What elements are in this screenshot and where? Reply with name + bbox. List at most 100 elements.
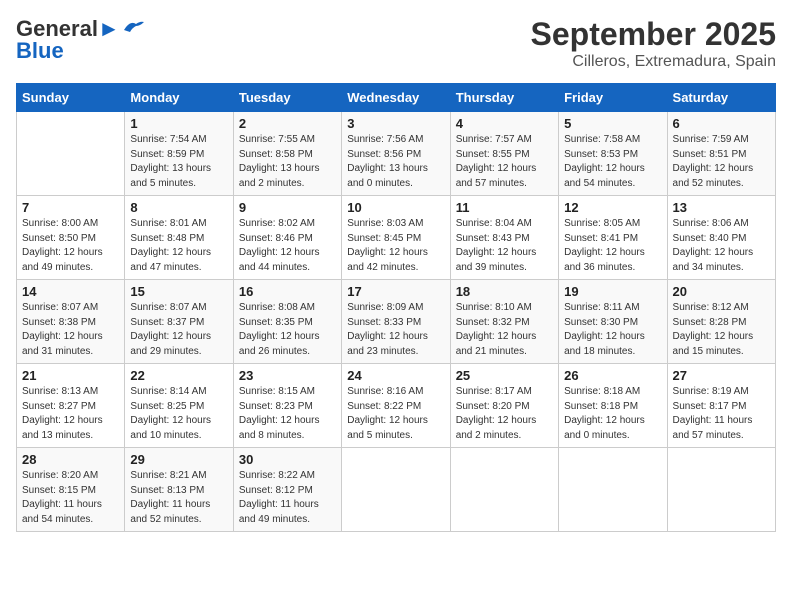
- calendar-cell: 30 Sunrise: 8:22 AMSunset: 8:12 PMDayligh…: [233, 448, 341, 532]
- calendar-week-2: 7 Sunrise: 8:00 AMSunset: 8:50 PMDaylight…: [17, 196, 776, 280]
- day-info: Sunrise: 8:19 AMSunset: 8:17 PMDaylight:…: [673, 385, 770, 443]
- calendar-week-5: 28Sunrise: 8:20 AMSunset: 8:15 PMDayligh…: [17, 448, 776, 532]
- calendar-cell: 4Sunrise: 7:57 AMSunset: 8:55 PMDaylight…: [450, 112, 558, 196]
- calendar-cell: [450, 448, 558, 532]
- day-info: Sunrise: 8:12 AMSunset: 8:28 PMDaylight:…: [673, 301, 770, 359]
- title-block: September 2025 Cilleros, Extremadura, Sp…: [531, 16, 776, 71]
- logo-bird-icon: [122, 20, 144, 34]
- day-info: Sunrise: 8:21 AMSunset: 8:13 PMDaylight:…: [130, 469, 227, 527]
- calendar-cell: 12 Sunrise: 8:05 AMSunset: 8:41 PMDayligh…: [559, 196, 667, 280]
- day-number: 9: [239, 200, 336, 215]
- day-number: 24: [347, 368, 444, 383]
- calendar-cell: 28Sunrise: 8:20 AMSunset: 8:15 PMDayligh…: [17, 448, 125, 532]
- logo: General► Blue: [16, 16, 144, 64]
- weekday-header-monday: Monday: [125, 84, 233, 112]
- calendar-week-3: 14 Sunrise: 8:07 AMSunset: 8:38 PMDayligh…: [17, 280, 776, 364]
- weekday-header-wednesday: Wednesday: [342, 84, 450, 112]
- calendar-cell: 15Sunrise: 8:07 AMSunset: 8:37 PMDayligh…: [125, 280, 233, 364]
- day-number: 14: [22, 284, 119, 299]
- day-info: Sunrise: 8:14 AMSunset: 8:25 PMDaylight:…: [130, 385, 227, 443]
- calendar-cell: 1 Sunrise: 7:54 AMSunset: 8:59 PMDaylight…: [125, 112, 233, 196]
- calendar-cell: 14 Sunrise: 8:07 AMSunset: 8:38 PMDayligh…: [17, 280, 125, 364]
- calendar-cell: 20 Sunrise: 8:12 AMSunset: 8:28 PMDayligh…: [667, 280, 775, 364]
- day-number: 21: [22, 368, 119, 383]
- day-info: Sunrise: 7:56 AMSunset: 8:56 PMDaylight:…: [347, 133, 444, 191]
- day-info: Sunrise: 7:55 AMSunset: 8:58 PMDaylight:…: [239, 133, 336, 191]
- calendar-cell: 3 Sunrise: 7:56 AMSunset: 8:56 PMDaylight…: [342, 112, 450, 196]
- page-title: September 2025: [531, 16, 776, 53]
- day-info: Sunrise: 8:10 AMSunset: 8:32 PMDaylight:…: [456, 301, 553, 359]
- day-info: Sunrise: 8:06 AMSunset: 8:40 PMDaylight:…: [673, 217, 770, 275]
- day-number: 2: [239, 116, 336, 131]
- day-number: 1: [130, 116, 227, 131]
- weekday-header-tuesday: Tuesday: [233, 84, 341, 112]
- day-info: Sunrise: 8:05 AMSunset: 8:41 PMDaylight:…: [564, 217, 661, 275]
- calendar-cell: 29 Sunrise: 8:21 AMSunset: 8:13 PMDayligh…: [125, 448, 233, 532]
- calendar-cell: 23 Sunrise: 8:15 AMSunset: 8:23 PMDayligh…: [233, 364, 341, 448]
- day-number: 26: [564, 368, 661, 383]
- day-info: Sunrise: 8:16 AMSunset: 8:22 PMDaylight:…: [347, 385, 444, 443]
- day-info: Sunrise: 7:58 AMSunset: 8:53 PMDaylight:…: [564, 133, 661, 191]
- day-number: 22: [130, 368, 227, 383]
- day-info: Sunrise: 8:22 AMSunset: 8:12 PMDaylight:…: [239, 469, 336, 527]
- day-info: Sunrise: 8:07 AMSunset: 8:38 PMDaylight:…: [22, 301, 119, 359]
- weekday-header-sunday: Sunday: [17, 84, 125, 112]
- day-number: 13: [673, 200, 770, 215]
- day-number: 7: [22, 200, 119, 215]
- calendar-cell: 10 Sunrise: 8:03 AMSunset: 8:45 PMDayligh…: [342, 196, 450, 280]
- day-number: 25: [456, 368, 553, 383]
- calendar-cell: 11Sunrise: 8:04 AMSunset: 8:43 PMDayligh…: [450, 196, 558, 280]
- day-info: Sunrise: 8:00 AMSunset: 8:50 PMDaylight:…: [22, 217, 119, 275]
- calendar-cell: 9 Sunrise: 8:02 AMSunset: 8:46 PMDaylight…: [233, 196, 341, 280]
- day-info: Sunrise: 8:18 AMSunset: 8:18 PMDaylight:…: [564, 385, 661, 443]
- calendar-cell: 13 Sunrise: 8:06 AMSunset: 8:40 PMDayligh…: [667, 196, 775, 280]
- calendar-cell: 21 Sunrise: 8:13 AMSunset: 8:27 PMDayligh…: [17, 364, 125, 448]
- calendar-cell: 8Sunrise: 8:01 AMSunset: 8:48 PMDaylight…: [125, 196, 233, 280]
- day-info: Sunrise: 8:08 AMSunset: 8:35 PMDaylight:…: [239, 301, 336, 359]
- weekday-header-friday: Friday: [559, 84, 667, 112]
- day-number: 4: [456, 116, 553, 131]
- calendar-cell: 26 Sunrise: 8:18 AMSunset: 8:18 PMDayligh…: [559, 364, 667, 448]
- day-info: Sunrise: 8:13 AMSunset: 8:27 PMDaylight:…: [22, 385, 119, 443]
- calendar-cell: [17, 112, 125, 196]
- calendar-cell: 19 Sunrise: 8:11 AMSunset: 8:30 PMDayligh…: [559, 280, 667, 364]
- day-number: 30: [239, 452, 336, 467]
- calendar-cell: 16Sunrise: 8:08 AMSunset: 8:35 PMDayligh…: [233, 280, 341, 364]
- calendar-cell: [667, 448, 775, 532]
- day-info: Sunrise: 8:17 AMSunset: 8:20 PMDaylight:…: [456, 385, 553, 443]
- calendar-cell: 24 Sunrise: 8:16 AMSunset: 8:22 PMDayligh…: [342, 364, 450, 448]
- day-number: 3: [347, 116, 444, 131]
- calendar-cell: [342, 448, 450, 532]
- weekday-header-thursday: Thursday: [450, 84, 558, 112]
- day-number: 15: [130, 284, 227, 299]
- calendar-cell: 17Sunrise: 8:09 AMSunset: 8:33 PMDayligh…: [342, 280, 450, 364]
- calendar-cell: [559, 448, 667, 532]
- day-number: 11: [456, 200, 553, 215]
- day-info: Sunrise: 8:20 AMSunset: 8:15 PMDaylight:…: [22, 469, 119, 527]
- calendar-cell: 6 Sunrise: 7:59 AMSunset: 8:51 PMDaylight…: [667, 112, 775, 196]
- calendar-cell: 2 Sunrise: 7:55 AMSunset: 8:58 PMDaylight…: [233, 112, 341, 196]
- day-number: 5: [564, 116, 661, 131]
- day-info: Sunrise: 8:15 AMSunset: 8:23 PMDaylight:…: [239, 385, 336, 443]
- day-info: Sunrise: 8:09 AMSunset: 8:33 PMDaylight:…: [347, 301, 444, 359]
- day-info: Sunrise: 7:54 AMSunset: 8:59 PMDaylight:…: [130, 133, 227, 191]
- day-info: Sunrise: 8:02 AMSunset: 8:46 PMDaylight:…: [239, 217, 336, 275]
- calendar-cell: 7 Sunrise: 8:00 AMSunset: 8:50 PMDaylight…: [17, 196, 125, 280]
- day-number: 27: [673, 368, 770, 383]
- weekday-header-saturday: Saturday: [667, 84, 775, 112]
- day-number: 20: [673, 284, 770, 299]
- day-number: 19: [564, 284, 661, 299]
- calendar-cell: 22 Sunrise: 8:14 AMSunset: 8:25 PMDayligh…: [125, 364, 233, 448]
- day-number: 12: [564, 200, 661, 215]
- page-subtitle: Cilleros, Extremadura, Spain: [531, 53, 776, 71]
- day-info: Sunrise: 7:59 AMSunset: 8:51 PMDaylight:…: [673, 133, 770, 191]
- calendar-table: SundayMondayTuesdayWednesdayThursdayFrid…: [16, 83, 776, 532]
- day-number: 10: [347, 200, 444, 215]
- day-number: 23: [239, 368, 336, 383]
- day-info: Sunrise: 8:03 AMSunset: 8:45 PMDaylight:…: [347, 217, 444, 275]
- weekday-header-row: SundayMondayTuesdayWednesdayThursdayFrid…: [17, 84, 776, 112]
- day-number: 29: [130, 452, 227, 467]
- day-info: Sunrise: 8:11 AMSunset: 8:30 PMDaylight:…: [564, 301, 661, 359]
- day-number: 6: [673, 116, 770, 131]
- day-number: 18: [456, 284, 553, 299]
